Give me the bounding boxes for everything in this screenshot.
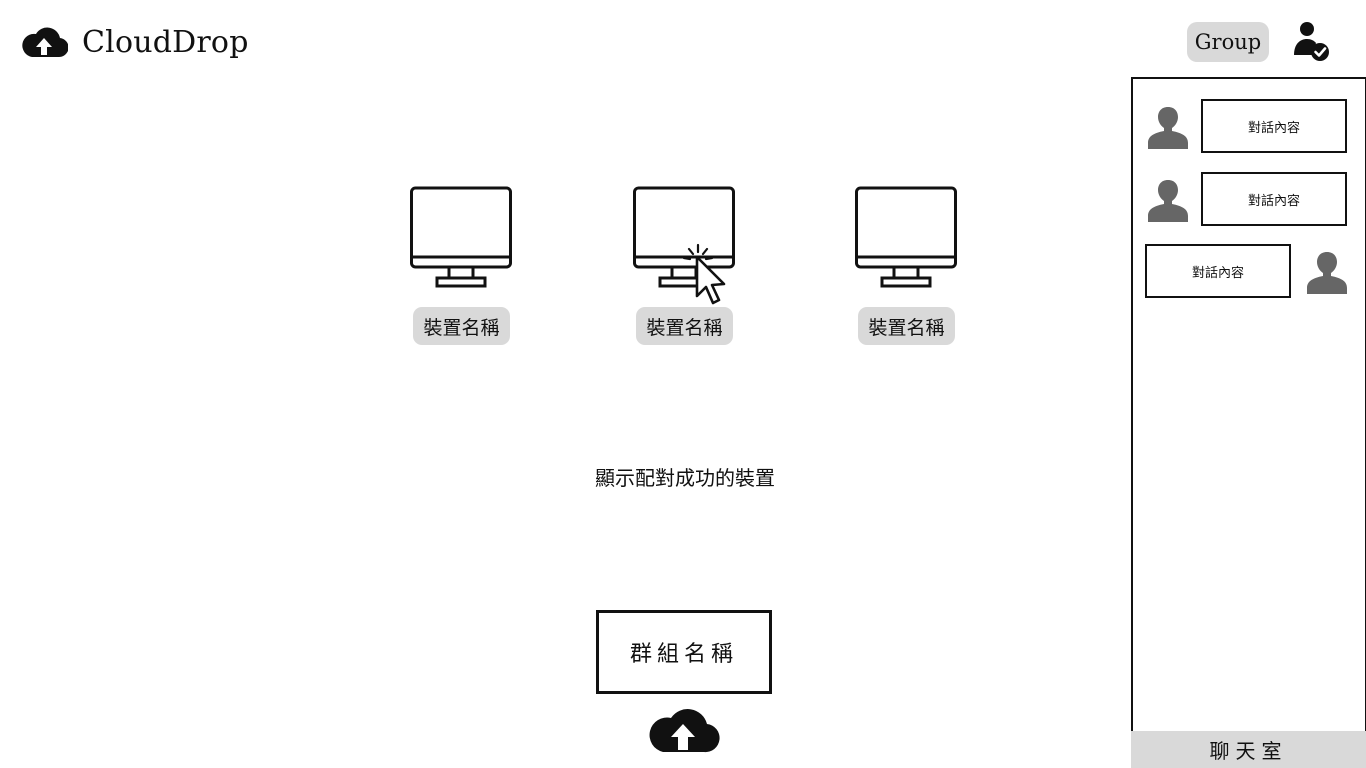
chat-bubble: 對話內容 [1201,99,1347,153]
monitor-icon [410,186,512,288]
chat-bubble: 對話內容 [1145,244,1291,298]
monitor-icon [633,186,735,288]
device-name-label: 裝置名稱 [413,307,510,345]
chat-bubble: 對話內容 [1201,172,1347,226]
user-avatar-icon [1307,252,1347,294]
monitor-icon [855,186,957,288]
user-check-icon[interactable] [1290,20,1334,64]
group-name-box[interactable]: 群組名稱 [596,610,772,694]
user-avatar-icon [1148,180,1188,222]
device-name-label: 裝置名稱 [636,307,733,345]
device-card[interactable]: 裝置名稱 [400,186,520,351]
chat-panel[interactable]: 對話內容 對話內容 對話內容 [1131,77,1366,733]
user-avatar-icon [1148,107,1188,149]
cloud-upload-icon[interactable] [646,706,720,754]
cloud-upload-icon [22,27,68,58]
chat-room-tab[interactable]: 聊天室 [1131,731,1366,768]
group-button[interactable]: Group [1187,22,1269,62]
status-text: 顯示配對成功的裝置 [595,466,775,490]
device-card[interactable]: 裝置名稱 [623,186,743,351]
chat-message: 對話內容 [1133,244,1365,300]
device-name-label: 裝置名稱 [858,307,955,345]
chat-message: 對話內容 [1133,99,1365,155]
device-card[interactable]: 裝置名稱 [845,186,965,351]
chat-message: 對話內容 [1133,172,1365,228]
app-title: CloudDrop [82,24,249,60]
brand[interactable]: CloudDrop [20,22,249,62]
